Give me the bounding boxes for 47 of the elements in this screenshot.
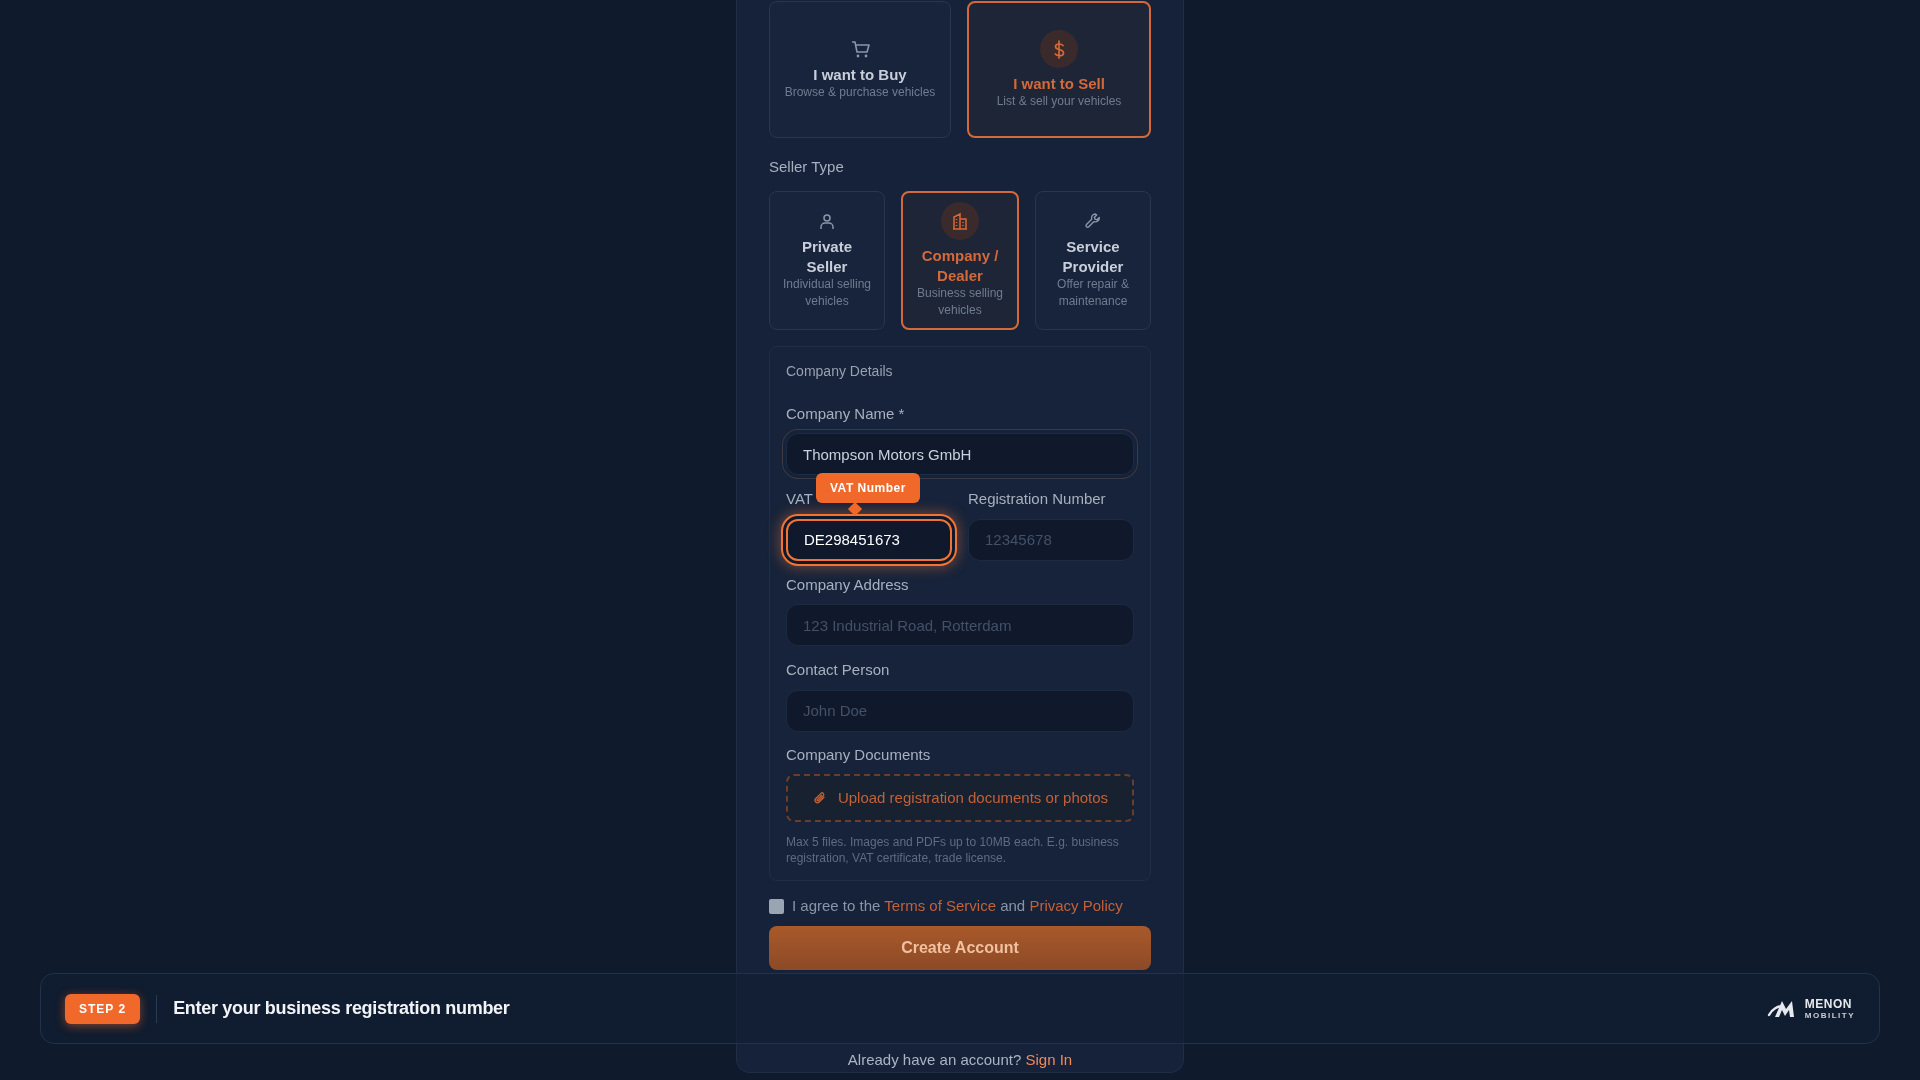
input-field[interactable]: DE298451673 bbox=[786, 518, 952, 561]
option-subtitle: Business selling vehicles bbox=[915, 285, 1004, 318]
option-subtitle: List & sell your vehicles bbox=[996, 93, 1122, 110]
person-icon bbox=[817, 211, 837, 232]
create-account-button[interactable]: Create Account bbox=[769, 925, 1151, 970]
option-subtitle: Individual selling vehicles bbox=[781, 276, 873, 309]
link[interactable]: Privacy Policy bbox=[1029, 897, 1123, 915]
option-card[interactable]: I want to Sell List & sell your vehicles bbox=[967, 1, 1151, 138]
section-title: Company Details bbox=[786, 361, 894, 381]
help-text: Max 5 files. Images and PDFs up to 10MB each. E.g. business registration, VAT certificate, trade license. bbox=[786, 834, 1120, 867]
input-field[interactable]: 12345678 bbox=[968, 518, 1134, 561]
field-label: VAT bbox=[786, 489, 813, 509]
logo-tagline: MOBILITY bbox=[1804, 1011, 1855, 1020]
option-card[interactable]: Private Seller Individual selling vehicles bbox=[769, 190, 885, 330]
input-field[interactable]: John Doe bbox=[786, 689, 1134, 732]
upload-text: Upload registration documents or photos bbox=[837, 787, 1109, 808]
field-label: Contact Person bbox=[786, 660, 890, 680]
option-title: Private Seller bbox=[800, 237, 853, 277]
field-label: Company Documents bbox=[786, 744, 932, 765]
cart-icon bbox=[850, 38, 870, 59]
section-label: Seller Type bbox=[769, 157, 845, 177]
step-badge: STEP 2 bbox=[65, 993, 141, 1024]
link[interactable]: Terms of Service bbox=[884, 897, 996, 915]
paperclip-icon bbox=[811, 790, 828, 806]
option-card[interactable]: I want to Buy Browse & purchase vehicles bbox=[769, 1, 951, 138]
signin-text: Already have an account? Sign In bbox=[847, 1050, 1073, 1068]
field-label: Company Name * bbox=[786, 403, 905, 424]
input-field[interactable]: 123 Industrial Road, Rotterdam bbox=[786, 604, 1134, 646]
building-icon bbox=[950, 211, 970, 232]
instruction-text: Enter your business registration number bbox=[173, 997, 510, 1020]
link[interactable]: Sign In bbox=[1025, 1050, 1073, 1068]
option-title: I want to Sell bbox=[1013, 73, 1105, 94]
input-field[interactable]: Thompson Motors GmbH bbox=[786, 433, 1134, 475]
agree-text: I agree to the Terms of Service and Privacy Policy bbox=[792, 896, 1123, 917]
tooltip: VAT Number bbox=[816, 472, 920, 503]
option-card[interactable]: Service Provider Offer repair & maintenance bbox=[1035, 190, 1151, 330]
field-label: Company Address bbox=[786, 574, 909, 595]
option-subtitle: Browse & purchase vehicles bbox=[784, 84, 936, 101]
logo-name: MENON bbox=[1804, 997, 1853, 1010]
option-card[interactable]: Company / Dealer Business selling vehicles bbox=[901, 190, 1019, 330]
agree-checkbox[interactable] bbox=[769, 899, 784, 915]
field-label: Registration Number bbox=[968, 489, 1106, 509]
upload-dropzone[interactable]: Upload registration documents or photos bbox=[786, 774, 1134, 822]
option-title: I want to Buy bbox=[813, 64, 907, 85]
option-subtitle: Offer repair & maintenance bbox=[1056, 276, 1130, 309]
option-title: Service Provider bbox=[1061, 237, 1125, 277]
option-title: Company / Dealer bbox=[920, 246, 1000, 286]
